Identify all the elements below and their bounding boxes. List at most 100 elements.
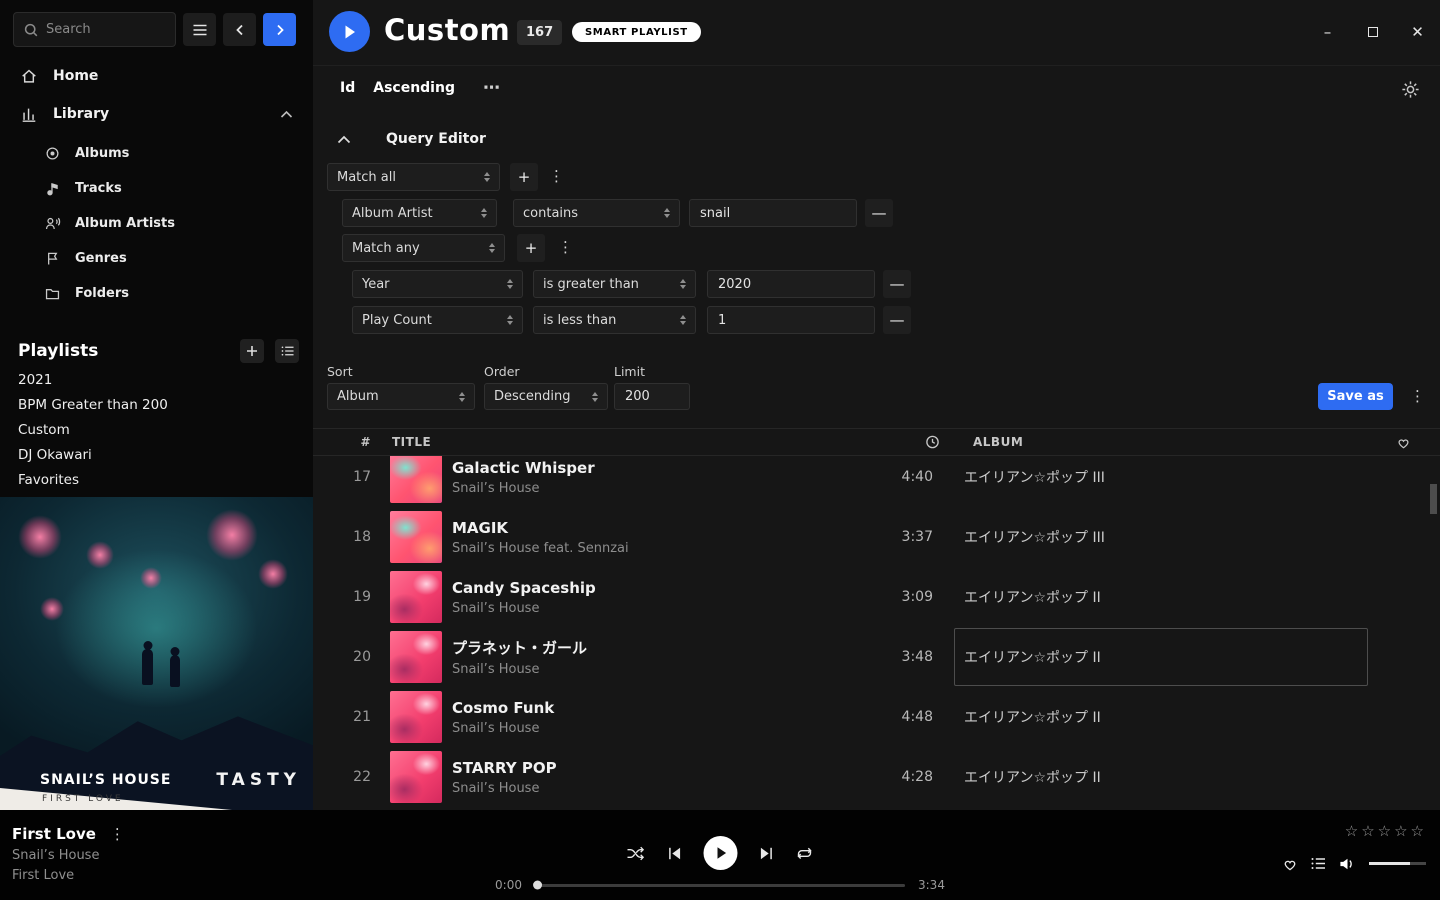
minimize-button[interactable]: – [1305,0,1350,64]
scrollbar-thumb[interactable] [1430,484,1437,514]
library-label: Library [53,106,109,122]
playlist-list-button[interactable] [275,339,299,363]
rule-operator-select[interactable]: contains [513,199,680,227]
repeat-button[interactable] [796,846,814,861]
search-input[interactable] [46,22,165,37]
add-rule-button[interactable]: + [510,163,538,191]
sidebar-item-home[interactable]: Home [0,58,313,94]
favorite-button[interactable] [1282,856,1298,871]
sidebar-item-library[interactable]: Library [0,96,313,132]
track-row[interactable]: 18 MAGIK Snail’s House feat. Sennzai 3:3… [313,507,1440,567]
rule-field-select[interactable]: Album Artist [342,199,497,227]
back-button[interactable] [223,13,256,46]
volume-slider[interactable] [1369,862,1426,865]
rule-field-value: Album Artist [352,206,433,221]
remove-rule-button[interactable]: — [865,199,893,227]
sort-order-button[interactable]: Ascending [373,80,455,96]
queue-button[interactable] [1311,857,1326,870]
track-row[interactable]: 20 プラネット・ガール Snail’s House 3:48 エイリアン☆ポッ… [313,627,1440,687]
track-row[interactable]: 17 Galactic Whisper Snail’s House 4:40 エ… [313,456,1440,507]
artwork-rocks [0,690,313,810]
seek-knob[interactable] [533,881,542,890]
album-art-thumbnail [390,571,442,623]
column-album[interactable]: ALBUM [973,435,1023,449]
track-album[interactable]: エイリアン☆ポップ II [954,688,1368,746]
previous-track-button[interactable] [667,846,683,861]
rule-operator-select[interactable]: is greater than [533,270,696,298]
match-mode-select[interactable]: Match all [327,163,500,191]
forward-button[interactable] [263,13,296,46]
save-menu-button[interactable]: ⋮ [1410,389,1425,404]
group-menu-button[interactable]: ⋮ [549,169,564,184]
track-number: 19 [313,589,371,605]
order-label: Order [484,364,520,379]
sidebar-item-tracks[interactable]: Tracks [0,171,313,206]
remove-rule-button[interactable]: — [883,270,911,298]
rule-value-input[interactable] [707,306,875,334]
playlist-item[interactable]: Custom [18,418,313,443]
album-art-thumbnail [390,751,442,803]
next-track-button[interactable] [759,846,775,861]
rule-value-input[interactable] [707,270,875,298]
rule-operator-select[interactable]: is less than [533,306,696,334]
library-icon [20,105,38,123]
match-mode-select[interactable]: Match any [342,234,505,262]
duration-clock-icon[interactable] [925,435,940,450]
column-number[interactable]: # [341,435,371,449]
sidebar-item-genres[interactable]: Genres [0,241,313,276]
seek-bar[interactable] [535,884,905,887]
collapse-query-editor-button[interactable] [332,127,356,151]
track-number: 21 [313,709,371,725]
volume-button[interactable] [1339,857,1356,871]
select-arrows-icon [507,279,513,289]
group-menu-button[interactable]: ⋮ [558,240,573,255]
save-as-button[interactable]: Save as [1318,383,1393,410]
track-row[interactable]: 21 Cosmo Funk Snail’s House 4:48 エイリアン☆ポ… [313,687,1440,747]
collapse-chevron-icon[interactable] [280,110,293,119]
sidebar-item-albums[interactable]: Albums [0,136,313,171]
column-title[interactable]: TITLE [392,435,431,449]
match-mode-value: Match any [352,241,420,256]
track-album[interactable]: エイリアン☆ポップ II [954,748,1368,806]
sort-select[interactable]: Album [327,383,475,410]
limit-input[interactable] [614,383,690,410]
artwork-artist-text: SNAIL’S HOUSE [40,772,171,788]
rule-field-select[interactable]: Play Count [352,306,523,334]
playlist-item[interactable]: BPM Greater than 200 [18,393,313,418]
sidebar-item-folders[interactable]: Folders [0,276,313,311]
add-playlist-button[interactable] [240,339,264,363]
playlist-item[interactable]: 2021 [18,368,313,393]
elapsed-time: 0:00 [495,878,522,892]
track-album[interactable]: エイリアン☆ポップ III [954,456,1368,506]
favorite-heart-icon[interactable] [1396,435,1411,449]
rating-stars[interactable]: ☆☆☆☆☆ [1345,822,1427,840]
track-album[interactable]: エイリアン☆ポップ II [954,628,1368,686]
remove-rule-button[interactable]: — [883,306,911,334]
shuffle-button[interactable] [627,846,646,861]
add-rule-button[interactable]: + [517,234,545,262]
track-row[interactable]: 19 Candy Spaceship Snail’s House 3:09 エイ… [313,567,1440,627]
playlist-item[interactable]: DJ Okawari [18,443,313,468]
track-count-badge: 167 [517,20,562,45]
sort-field-button[interactable]: Id [340,80,355,96]
now-playing-menu-button[interactable]: ⋮ [110,827,125,842]
maximize-button[interactable] [1350,0,1395,64]
play-playlist-button[interactable] [329,11,370,52]
menu-button[interactable] [183,13,216,46]
track-album[interactable]: エイリアン☆ポップ II [954,568,1368,626]
rule-value-input[interactable] [689,199,857,227]
track-row[interactable]: 22 STARRY POP Snail’s House 4:28 エイリアン☆ポ… [313,747,1440,807]
rule-field-select[interactable]: Year [352,270,523,298]
playlist-item[interactable]: Favorites [18,468,313,493]
play-pause-button[interactable] [704,836,738,870]
settings-button[interactable] [1401,80,1420,99]
sidebar-item-album-artists[interactable]: Album Artists [0,206,313,241]
order-select[interactable]: Descending [484,383,608,410]
close-button[interactable]: ✕ [1395,0,1440,64]
more-options-button[interactable]: ⋯ [483,78,500,98]
now-playing-info: First Love ⋮ Snail’s House First Love [12,825,125,883]
now-playing-artist: Snail’s House [12,848,125,863]
now-playing-artwork[interactable]: SNAIL’S HOUSE FIRST LOVE TASTY [0,497,313,810]
track-album[interactable]: エイリアン☆ポップ III [954,508,1368,566]
search-box[interactable] [13,12,176,47]
